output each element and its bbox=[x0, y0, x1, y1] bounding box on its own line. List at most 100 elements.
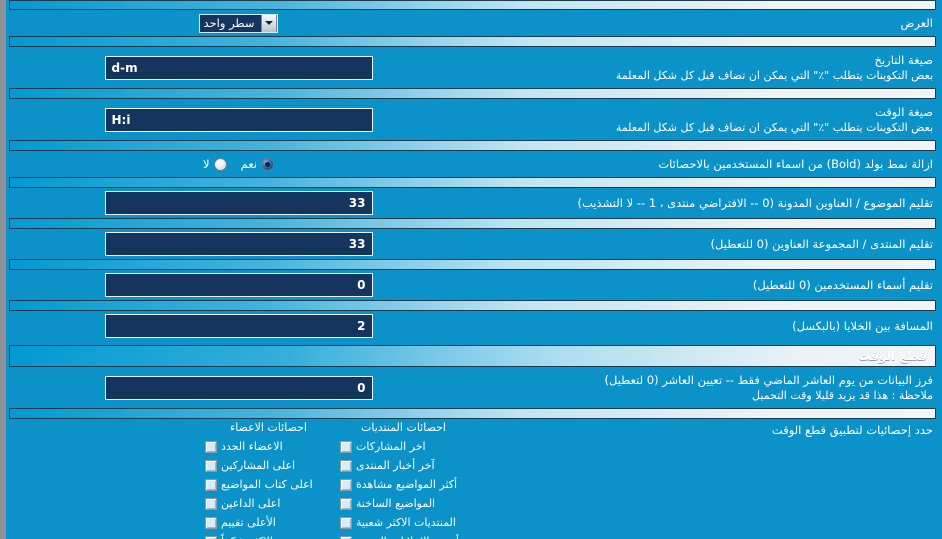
trim-topic-input[interactable] bbox=[104, 191, 373, 215]
date-format-label-text: صيغة التاريخ bbox=[874, 52, 933, 67]
timecut-sort-label-text: فرز البيانات من يوم العاشر الماضي فقط --… bbox=[604, 372, 933, 387]
checkbox-icon-top-posters[interactable] bbox=[205, 459, 217, 472]
checkbox-icon-new-members[interactable] bbox=[205, 440, 217, 453]
timecut-sort-input[interactable] bbox=[104, 375, 373, 400]
checkbox-row-latest-forum-news[interactable]: آخر أخبار المنتدى bbox=[340, 456, 467, 475]
section-header-timecut-title: قطع الوقت bbox=[858, 349, 927, 363]
checkbox-icon-top-referrers[interactable] bbox=[205, 497, 217, 510]
settings-page: العرض سطر واحد صيغة التاريخ بعض التكوينا… bbox=[0, 0, 942, 539]
row-trim-topic-label: تقليم الموضوع / العناوين المدونة (0 -- ا… bbox=[471, 193, 941, 214]
timecut-select-label: حدد إحصائيات لتطبيق قطع الوقت bbox=[471, 421, 941, 437]
remove-bold-radio-group: نعم لا bbox=[203, 157, 274, 171]
checkbox-icon-top-thread-starters[interactable] bbox=[205, 478, 217, 491]
timecut-sort-hint-text: ملاحظة : هذا قد يزيد قليلا وقت التحميل bbox=[752, 388, 933, 402]
checkbox-row-top-referrers[interactable]: اعلى الداعين bbox=[205, 494, 332, 513]
row-time-format-label: صيغة الوقت بعض التكوينات يتطلب "٪" التي … bbox=[471, 102, 941, 138]
checkbox-label-top-thread-starters: اعلى كتاب المواضيع bbox=[221, 478, 313, 491]
row-timecut-sort-label: فرز البيانات من يوم العاشر الماضي فقط --… bbox=[471, 370, 941, 406]
row-trim-forum-label: تقليم المنتدى / المجموعة العناوين (0 للت… bbox=[471, 234, 941, 255]
checkbox-row-new-members[interactable]: الاعضاء الجدد bbox=[205, 437, 332, 456]
checkbox-label-latest-classifieds: أحدث الإعلانات المبوبة bbox=[356, 535, 459, 539]
remove-bold-label-text: ازالة نمط بولد (Bold) من اسماء المستخدمي… bbox=[658, 156, 933, 171]
row-trim-topic-control bbox=[6, 189, 471, 217]
checkbox-label-most-thanked: الاكثر شكراً bbox=[221, 535, 273, 539]
row-timecut-sort-control bbox=[6, 374, 471, 402]
row-trim-forum: تقليم المنتدى / المجموعة العناوين (0 للت… bbox=[6, 229, 941, 259]
display-mode-select[interactable]: سطر واحد bbox=[198, 13, 279, 33]
checkbox-label-top-posters: اعلى المشاركين bbox=[221, 459, 296, 472]
row-date-format-label: صيغة التاريخ بعض التكوينات يتطلب "٪" الت… bbox=[471, 50, 941, 86]
chevron-down-icon[interactable] bbox=[261, 14, 278, 32]
checkbox-icon-latest-posts[interactable] bbox=[340, 440, 352, 453]
checkbox-label-latest-posts: اخر المشاركات bbox=[356, 440, 426, 453]
time-format-input[interactable] bbox=[104, 107, 373, 132]
remove-bold-radio-yes[interactable]: نعم bbox=[241, 157, 274, 171]
checkbox-row-most-popular-forums[interactable]: المنتديات الاكثر شعبية bbox=[340, 513, 467, 532]
radio-unselected-icon[interactable] bbox=[213, 157, 227, 171]
separator-3 bbox=[9, 140, 936, 151]
row-trim-forum-control bbox=[6, 230, 471, 258]
checkbox-icon-most-viewed-threads[interactable] bbox=[340, 478, 352, 491]
timecut-select-label-text: حدد إحصائيات لتطبيق قطع الوقت bbox=[771, 423, 933, 437]
checkbox-label-most-popular-forums: المنتديات الاكثر شعبية bbox=[356, 516, 456, 529]
separator-2 bbox=[9, 88, 936, 99]
row-display-label: العرض bbox=[471, 13, 941, 34]
checkbox-row-most-thanked[interactable]: الاكثر شكراً bbox=[205, 532, 332, 539]
trim-forum-label-text: تقليم المنتدى / المجموعة العناوين (0 للت… bbox=[710, 236, 933, 251]
checkbox-icon-most-popular-forums[interactable] bbox=[340, 516, 352, 529]
row-timecut-sort: فرز البيانات من يوم العاشر الماضي فقط --… bbox=[6, 367, 941, 408]
timecut-stats-selector: حدد إحصائيات لتطبيق قطع الوقت احصائات ال… bbox=[6, 419, 941, 539]
checkbox-row-top-rated[interactable]: الأعلى تقييم bbox=[205, 513, 332, 532]
row-remove-bold-control: نعم لا bbox=[6, 155, 471, 173]
radio-selected-icon[interactable] bbox=[260, 157, 274, 171]
separator-5 bbox=[9, 218, 936, 229]
separator-1 bbox=[9, 36, 936, 47]
row-trim-topic: تقليم الموضوع / العناوين المدونة (0 -- ا… bbox=[6, 188, 941, 218]
checkbox-row-latest-posts[interactable]: اخر المشاركات bbox=[340, 437, 467, 456]
checkbox-icon-top-rated[interactable] bbox=[205, 516, 217, 529]
trim-usernames-input[interactable] bbox=[104, 273, 373, 297]
row-display: العرض سطر واحد bbox=[6, 10, 941, 36]
checkbox-label-latest-forum-news: آخر أخبار المنتدى bbox=[356, 459, 435, 472]
forums-stats-column: احصائات المنتديات اخر المشاركات آخر أخبا… bbox=[336, 421, 471, 539]
forums-stats-heading: احصائات المنتديات bbox=[361, 421, 446, 434]
remove-bold-yes-label: نعم bbox=[240, 157, 257, 171]
checkbox-icon-latest-classifieds[interactable] bbox=[340, 535, 352, 539]
date-format-input[interactable] bbox=[104, 55, 373, 80]
checkbox-icon-hot-threads[interactable] bbox=[340, 497, 352, 510]
checkbox-row-top-posters[interactable]: اعلى المشاركين bbox=[205, 456, 332, 475]
checkbox-label-new-members: الاعضاء الجدد bbox=[221, 440, 283, 453]
remove-bold-no-label: لا bbox=[203, 157, 210, 171]
cell-spacing-input[interactable] bbox=[104, 314, 373, 338]
date-format-hint-text: بعض التكوينات يتطلب "٪" التي يمكن ان تضا… bbox=[615, 68, 933, 82]
row-trim-usernames: تقليم أسماء المستخدمين (0 للتعطيل) bbox=[6, 270, 941, 300]
remove-bold-radio-no[interactable]: لا bbox=[203, 157, 227, 171]
time-format-hint-text: بعض التكوينات يتطلب "٪" التي يمكن ان تضا… bbox=[615, 120, 933, 134]
trim-usernames-label-text: تقليم أسماء المستخدمين (0 للتعطيل) bbox=[752, 277, 933, 292]
checkbox-row-latest-classifieds[interactable]: أحدث الإعلانات المبوبة bbox=[340, 532, 467, 539]
display-mode-select-value: سطر واحد bbox=[203, 16, 255, 30]
row-cell-spacing: المسافة بين الخلايا (بالبكسل) bbox=[6, 311, 941, 341]
checkbox-row-hot-threads[interactable]: المواضيع الساخنة bbox=[340, 494, 467, 513]
row-remove-bold-label: ازالة نمط بولد (Bold) من اسماء المستخدمي… bbox=[471, 154, 941, 175]
checkbox-label-most-viewed-threads: أكثر المواضيع مشاهدة bbox=[356, 478, 458, 491]
separator-4 bbox=[9, 177, 936, 188]
trim-forum-input[interactable] bbox=[104, 232, 373, 256]
cell-spacing-label-text: المسافة بين الخلايا (بالبكسل) bbox=[792, 318, 933, 333]
checkbox-row-top-thread-starters[interactable]: اعلى كتاب المواضيع bbox=[205, 475, 332, 494]
checkbox-label-top-rated: الأعلى تقييم bbox=[221, 516, 276, 529]
checkbox-icon-latest-forum-news[interactable] bbox=[340, 459, 352, 472]
separator-top bbox=[9, 0, 936, 10]
time-format-label-text: صيغة الوقت bbox=[874, 104, 933, 119]
row-cell-spacing-label: المسافة بين الخلايا (بالبكسل) bbox=[471, 316, 941, 337]
trim-topic-label-text: تقليم الموضوع / العناوين المدونة (0 -- ا… bbox=[577, 195, 933, 210]
row-date-format-control bbox=[6, 54, 471, 82]
row-trim-usernames-control bbox=[6, 271, 471, 299]
checkbox-row-most-viewed-threads[interactable]: أكثر المواضيع مشاهدة bbox=[340, 475, 467, 494]
checkbox-icon-most-thanked[interactable] bbox=[205, 535, 217, 539]
separator-8 bbox=[9, 408, 936, 419]
display-label-text: العرض bbox=[900, 15, 934, 30]
row-time-format: صيغة الوقت بعض التكوينات يتطلب "٪" التي … bbox=[6, 99, 941, 140]
separator-6 bbox=[9, 259, 936, 270]
section-header-timecut: قطع الوقت bbox=[9, 345, 936, 367]
